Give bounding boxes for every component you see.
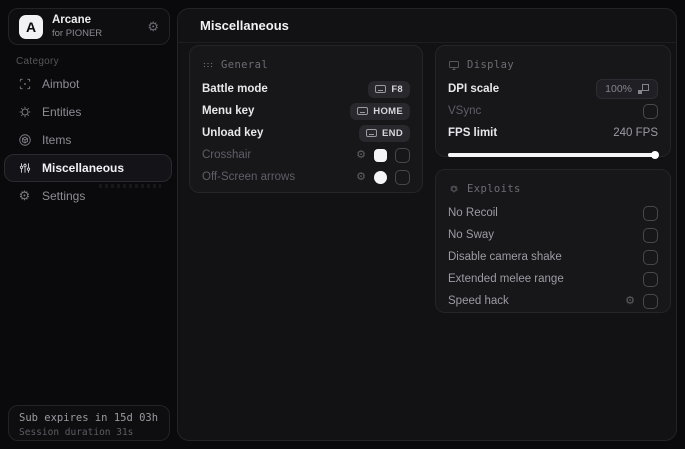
setting-row-battle-mode: Battle mode F8 [202,78,410,100]
keybind-value: HOME [373,105,403,117]
setting-label: No Recoil [448,207,498,219]
brand-name: Arcane [52,14,91,27]
setting-row-speed-hack: Speed hack ⚙ [448,290,658,312]
setting-row-no-sway: No Sway [448,224,658,246]
sidebar: A Arcane for PIONER ⚙ Category Aimbot En… [0,0,177,449]
sub-expiry-text: Sub expires in 15d 03h [19,412,159,424]
setting-label: VSync [448,105,482,117]
fps-limit-value: 240 FPS [613,127,658,139]
checkbox[interactable] [643,205,658,221]
sidebar-nav: Aimbot Entities Items Miscellaneous ⚙ Se… [4,70,172,210]
setting-label: Crosshair [202,149,252,161]
sidebar-item-label: Items [42,133,72,147]
panel-display: Display DPI scale 100% VSync FPS limit 2… [435,45,671,159]
setting-row-disable-camera-shake: Disable camera shake [448,246,658,268]
keyboard-icon [357,107,369,115]
setting-label: Speed hack [448,295,509,307]
setting-label: Extended melee range [448,273,564,285]
keyboard-icon [366,129,378,137]
setting-label: No Sway [448,229,495,241]
color-swatch[interactable] [374,170,387,184]
dpi-scale-value: 100% [605,83,632,95]
checkbox[interactable] [643,249,658,265]
entities-icon [17,105,32,120]
keybind-button[interactable]: END [359,124,410,142]
brand-card: A Arcane for PIONER ⚙ [8,8,170,45]
subscription-card: Sub expires in 15d 03h Session duration … [8,405,170,441]
brand-subtitle: for PIONER [52,27,103,39]
setting-label: FPS limit [448,127,498,139]
color-swatch[interactable] [374,148,387,162]
keybind-value: F8 [391,83,403,95]
setting-row-dpi-scale: DPI scale 100% [448,78,658,100]
gear-icon: ⚙ [18,188,31,203]
setting-row-menu-key: Menu key HOME [202,100,410,122]
cube-icon [17,133,32,148]
scale-icon [638,83,649,95]
category-label: Category [16,56,59,67]
sidebar-item-label: Entities [42,105,82,119]
fps-limit-slider[interactable] [448,151,659,159]
monitor-icon [449,61,459,70]
brand-logo: A [19,14,43,39]
checkbox[interactable] [643,293,658,309]
setting-row-crosshair: Crosshair ⚙ [202,144,410,166]
main-header: Miscellaneous [178,9,676,43]
setting-row-no-recoil: No Recoil [448,202,658,224]
checkbox[interactable] [643,103,658,119]
page-title: Miscellaneous [200,18,289,33]
sidebar-item-aimbot[interactable]: Aimbot [4,70,172,98]
gear-icon[interactable]: ⚙ [625,295,635,307]
sidebar-item-items[interactable]: Items [4,126,172,154]
session-duration-text: Session duration 31s [19,426,134,438]
keybind-button[interactable]: F8 [368,80,410,98]
checkbox[interactable] [643,271,658,287]
keybind-value: END [382,127,403,139]
bug-icon [450,185,458,193]
sidebar-item-label: Miscellaneous [42,161,125,175]
panel-general: General Battle mode F8 Menu key HOME Unl… [189,45,423,193]
sidebar-item-settings[interactable]: ⚙ Settings [4,182,172,210]
sidebar-item-entities[interactable]: Entities [4,98,172,126]
setting-label: DPI scale [448,83,500,95]
keyboard-icon [375,85,387,93]
setting-label: Battle mode [202,83,268,95]
panel-title: General [221,59,269,71]
sidebar-item-label: Aimbot [42,77,80,91]
checkbox[interactable] [643,227,658,243]
setting-label: Disable camera shake [448,251,562,263]
setting-row-unload-key: Unload key END [202,122,410,144]
keybind-button[interactable]: HOME [350,102,410,120]
sliders-icon [17,161,32,176]
setting-row-vsync: VSync [448,100,658,122]
dpi-scale-select[interactable]: 100% [596,79,658,99]
panel-title: Display [467,59,515,71]
main-content: Miscellaneous General Battle mode F8 Men… [177,8,677,441]
gear-icon[interactable]: ⚙ [147,19,159,35]
app-window: A Arcane for PIONER ⚙ Category Aimbot En… [0,0,685,449]
setting-label: Unload key [202,127,264,139]
gear-icon[interactable]: ⚙ [356,171,366,183]
scan-icon [17,77,32,92]
checkbox[interactable] [395,147,410,163]
setting-row-offscreen-arrows: Off-Screen arrows ⚙ [202,166,410,188]
panel-title: Exploits [467,183,521,195]
grid-icon [203,62,213,68]
sidebar-item-miscellaneous[interactable]: Miscellaneous [4,154,172,188]
setting-row-fps-limit: FPS limit 240 FPS [448,122,658,144]
setting-row-extended-melee-range: Extended melee range [448,268,658,290]
slider-handle[interactable] [651,151,659,159]
gear-icon[interactable]: ⚙ [356,149,366,161]
setting-label: Off-Screen arrows [202,171,296,183]
panel-exploits: Exploits No Recoil No Sway Disable camer… [435,169,671,313]
sidebar-item-label: Settings [42,189,86,203]
checkbox[interactable] [395,169,410,185]
setting-label: Menu key [202,105,255,117]
